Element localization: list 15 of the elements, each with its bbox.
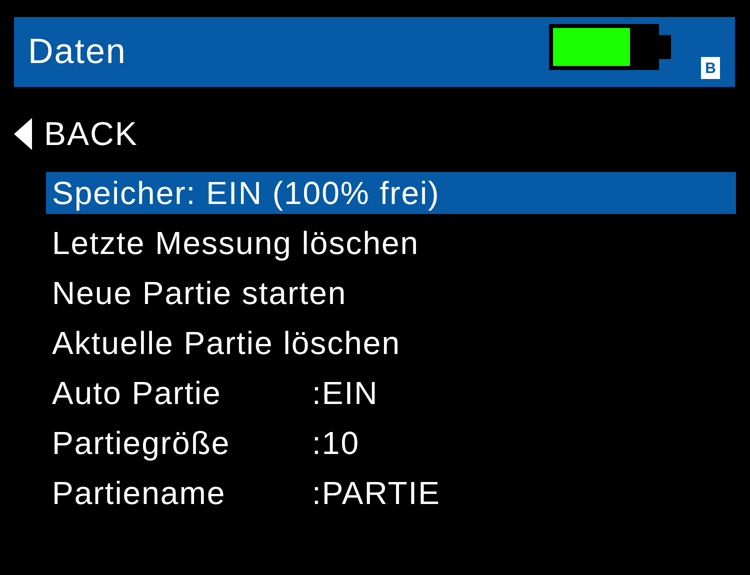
mode-badge: B <box>701 57 720 79</box>
back-link[interactable]: BACK <box>44 115 138 153</box>
screen-title: Daten <box>28 32 128 72</box>
setting-label[interactable]: Auto Partie <box>52 374 312 412</box>
setting-value[interactable]: :EIN <box>312 374 378 412</box>
setting-value[interactable]: :10 <box>312 424 360 462</box>
menu-item[interactable]: Letzte Messung löschen <box>46 218 736 268</box>
menu-item[interactable]: Aktuelle Partie löschen <box>46 318 736 368</box>
menu-item[interactable]: Speicher: EIN (100% frei) <box>46 172 736 214</box>
menu-item[interactable]: Neue Partie starten <box>46 268 736 318</box>
battery-icon <box>549 24 671 70</box>
setting-label[interactable]: Partiename <box>52 474 312 512</box>
setting-value[interactable]: :PARTIE <box>312 474 441 512</box>
back-arrow-icon[interactable] <box>14 118 32 150</box>
setting-label[interactable]: Partiegröße <box>52 424 312 462</box>
